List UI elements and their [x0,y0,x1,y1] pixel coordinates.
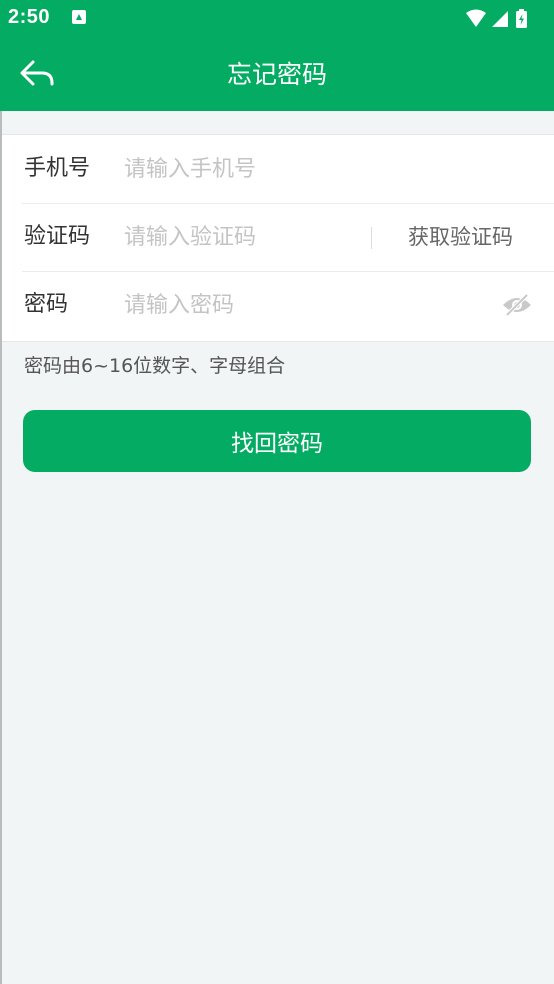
get-code-button[interactable]: 获取验证码 [408,222,513,252]
cell-signal-icon [492,11,508,27]
phone-row: 手机号 [22,135,554,204]
verification-code-label: 验证码 [24,224,91,249]
password-input[interactable] [124,288,364,322]
password-rule-hint: 密码由6~16位数字、字母组合 [24,355,286,377]
wifi-icon [466,9,486,27]
verification-code-row: 验证码 获取验证码 [22,203,554,272]
reset-password-form: 手机号 验证码 获取验证码 密码 [2,134,554,342]
eye-hidden-icon [503,293,531,317]
code-divider [371,227,372,249]
status-bar: 2:50 [0,0,554,38]
notification-a-icon [72,10,86,24]
verification-code-input[interactable] [124,220,364,254]
status-icons [464,8,544,28]
page-title: 忘记密码 [226,60,327,89]
battery-charging-icon [516,9,527,28]
phone-label: 手机号 [24,156,91,181]
password-label: 密码 [24,292,69,317]
password-visibility-toggle[interactable] [502,293,532,317]
phone-input[interactable] [124,152,364,186]
recover-password-button[interactable]: 找回密码 [23,410,531,472]
password-row: 密码 [22,271,554,339]
app-bar: 忘记密码 [0,38,554,111]
status-time: 2:50 [8,6,51,28]
